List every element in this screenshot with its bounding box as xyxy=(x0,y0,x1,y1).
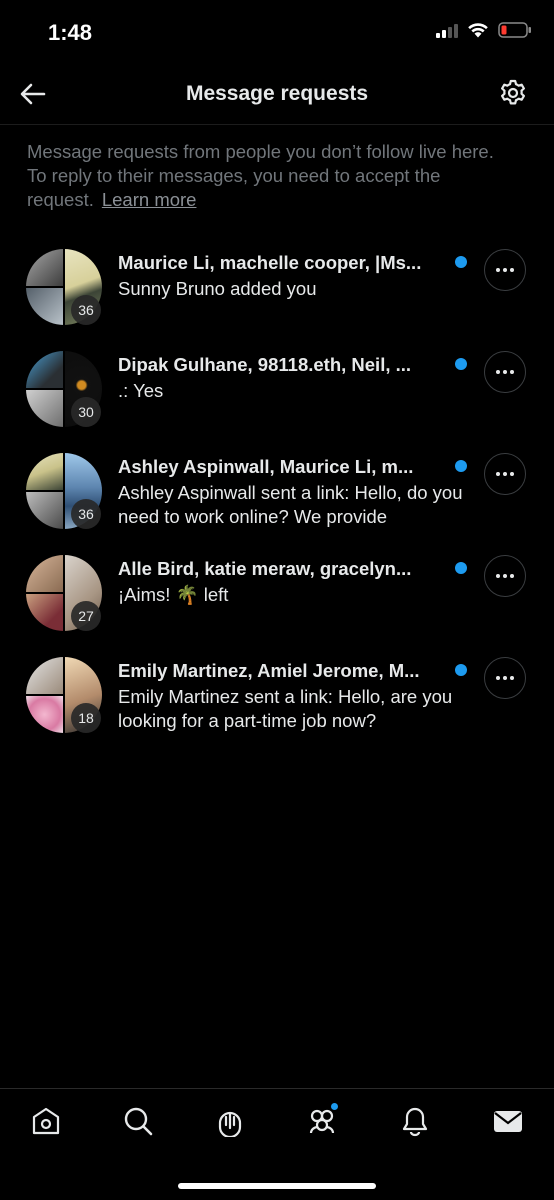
info-description: Message requests from people you don’t f… xyxy=(27,141,494,210)
conversation-names: Dipak Gulhane, 98118.eth, Neil, ... xyxy=(118,354,412,375)
conversation-preview: .: Yes xyxy=(118,380,164,401)
conversation-names: Ashley Aspinwall, Maurice Li, m... xyxy=(118,456,414,477)
member-count-badge: 30 xyxy=(71,397,101,427)
member-photo xyxy=(26,696,63,733)
unread-indicator xyxy=(455,562,467,574)
member-photo xyxy=(26,594,63,631)
conversation-row[interactable]: 36 Ashley Aspinwall, Maurice Li, m... As… xyxy=(0,453,554,553)
member-photo xyxy=(26,453,63,490)
conversation-preview: Emily Martinez sent a link: Hello, are y… xyxy=(118,686,453,731)
unread-indicator xyxy=(455,256,467,268)
status-icons xyxy=(436,22,532,38)
conversation-row[interactable]: 30 Dipak Gulhane, 98118.eth, Neil, ... .… xyxy=(0,351,554,451)
status-time: 1:48 xyxy=(48,20,93,45)
status-bar: 1:48 xyxy=(0,0,554,64)
conversation-preview: Ashley Aspinwall sent a link: Hello, do … xyxy=(118,482,463,527)
unread-indicator xyxy=(455,460,467,472)
communities-notification-dot xyxy=(331,1103,338,1110)
conversation-preview: ¡Aims! 🌴 left xyxy=(118,584,229,605)
conversation-names: Alle Bird, katie meraw, gracelyn... xyxy=(118,558,412,579)
screen: 1:48 Message requests Message requests f… xyxy=(0,0,554,1200)
member-count-badge: 36 xyxy=(71,499,101,529)
member-count-badge: 18 xyxy=(71,703,101,733)
more-options-button[interactable] xyxy=(484,453,526,495)
conversation-names: Maurice Li, machelle cooper, |Ms... xyxy=(118,252,422,273)
conversation-preview: Sunny Bruno added you xyxy=(118,278,317,299)
conversation-names: Emily Martinez, Amiel Jerome, M... xyxy=(118,660,420,681)
unread-indicator xyxy=(455,358,467,370)
notifications-icon[interactable] xyxy=(399,1105,431,1137)
member-count-badge: 27 xyxy=(71,601,101,631)
wifi-icon xyxy=(468,23,488,38)
unread-indicator xyxy=(455,664,467,676)
spaces-icon[interactable] xyxy=(214,1105,246,1137)
gear-icon[interactable] xyxy=(498,78,528,108)
conversation-row[interactable]: 18 Emily Martinez, Amiel Jerome, M... Em… xyxy=(0,657,554,757)
member-count-badge: 36 xyxy=(71,295,101,325)
home-indicator xyxy=(178,1183,376,1189)
member-photo xyxy=(26,657,63,694)
home-icon[interactable] xyxy=(30,1105,62,1137)
member-photo xyxy=(26,249,63,286)
more-options-button[interactable] xyxy=(484,351,526,393)
conversation-row[interactable]: 36 Maurice Li, machelle cooper, |Ms... S… xyxy=(0,249,554,349)
member-photo xyxy=(26,492,63,529)
info-text: Message requests from people you don’t f… xyxy=(27,140,517,212)
messages-icon[interactable] xyxy=(492,1105,524,1137)
page-title: Message requests xyxy=(185,82,369,105)
member-photo xyxy=(26,555,63,592)
learn-more-link[interactable]: Learn more xyxy=(102,189,197,210)
cellular-signal-icon xyxy=(436,22,458,38)
conversation-row[interactable]: 27 Alle Bird, katie meraw, gracelyn... ¡… xyxy=(0,555,554,655)
more-options-button[interactable] xyxy=(484,249,526,291)
more-options-button[interactable] xyxy=(484,555,526,597)
header: Message requests xyxy=(0,64,554,125)
member-photo xyxy=(26,390,63,427)
member-photo xyxy=(26,351,63,388)
member-photo xyxy=(26,288,63,325)
search-icon[interactable] xyxy=(122,1105,154,1137)
more-options-button[interactable] xyxy=(484,657,526,699)
battery-low-icon xyxy=(498,22,531,38)
